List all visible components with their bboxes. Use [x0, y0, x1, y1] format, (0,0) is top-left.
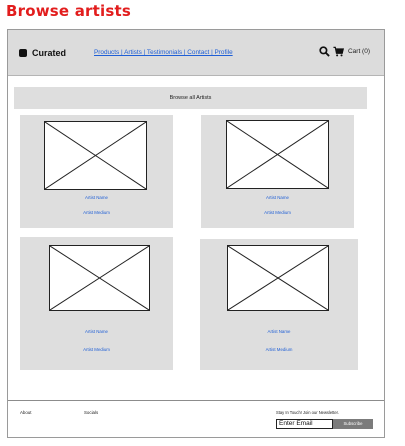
- browse-heading-bar: Browse all Artists: [14, 87, 367, 109]
- logo-text: Curated: [32, 48, 67, 58]
- artist-medium: Artist Medium: [83, 347, 110, 352]
- header-actions: Cart (0): [319, 46, 370, 57]
- main-nav[interactable]: Products | Artists | Testimonials | Cont…: [94, 49, 233, 56]
- subscribe-button[interactable]: Subscribe: [333, 419, 373, 429]
- artist-name[interactable]: Artist Name: [200, 329, 358, 334]
- logo[interactable]: Curated: [19, 48, 66, 58]
- search-icon[interactable]: [319, 46, 330, 57]
- artist-image-placeholder: [227, 245, 329, 311]
- site-header: Curated Products | Artists | Testimonial…: [8, 30, 384, 76]
- page-title: Browse artists: [6, 2, 131, 20]
- artist-card[interactable]: Artist Name Artist Medium: [20, 115, 173, 228]
- artist-medium: Artist Medium: [265, 347, 293, 352]
- footer-about-link[interactable]: About: [20, 410, 31, 415]
- artist-image-placeholder: [44, 121, 147, 190]
- artist-medium: Artist Medium: [264, 210, 291, 215]
- newsletter-form: Enter Email Subscribe: [276, 419, 373, 429]
- cart-link[interactable]: Cart (0): [348, 48, 370, 55]
- artist-card[interactable]: Artist Name Artist Medium: [200, 239, 358, 370]
- artist-image-placeholder: [49, 245, 150, 311]
- artist-image-placeholder: [226, 120, 329, 189]
- artist-medium: Artist Medium: [83, 210, 110, 215]
- browse-heading: Browse all Artists: [169, 95, 212, 101]
- artist-name[interactable]: Artist Name: [201, 195, 354, 200]
- logo-mark-icon: [19, 49, 27, 57]
- site-footer: About Socials Stay In Touch! Join our Ne…: [8, 400, 384, 437]
- artist-card[interactable]: Artist Name Artist Medium: [20, 237, 173, 370]
- artist-name[interactable]: Artist Name: [20, 329, 173, 334]
- artist-card[interactable]: Artist Name Artist Medium: [201, 115, 354, 228]
- artist-name[interactable]: Artist Name: [20, 195, 173, 200]
- browser-frame: Curated Products | Artists | Testimonial…: [7, 29, 385, 438]
- footer-socials-link[interactable]: Socials: [84, 410, 98, 415]
- cart-icon[interactable]: [333, 46, 344, 57]
- newsletter-label: Stay In Touch! Join our Newsletter.: [276, 410, 339, 415]
- email-field[interactable]: Enter Email: [276, 419, 333, 429]
- main-content: Browse all Artists Artist Name Artist Me…: [8, 77, 384, 400]
